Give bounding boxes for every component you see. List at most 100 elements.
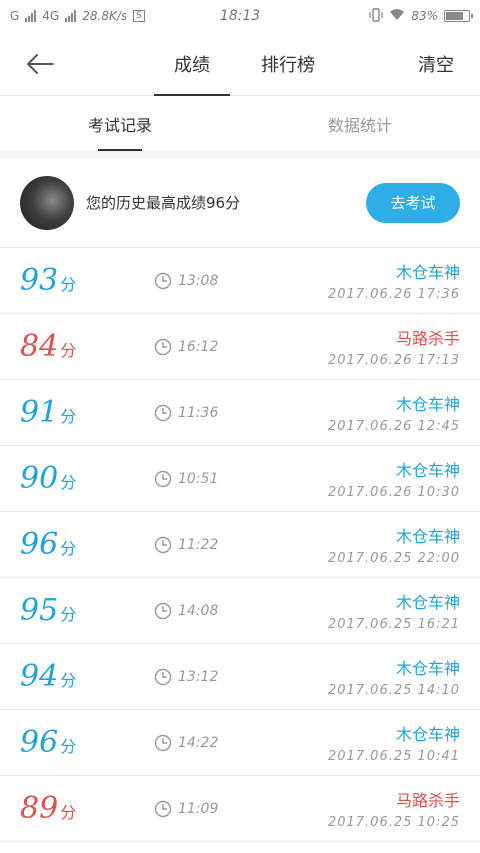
score-unit: 分 [60, 737, 77, 756]
score-unit: 分 [60, 539, 77, 558]
score-value: 96 [20, 527, 59, 562]
rank-title: 木仓车神 [395, 527, 460, 546]
back-button[interactable] [0, 32, 80, 96]
duration: 11:09 [154, 800, 218, 818]
record-meta: 马路杀手 2017.06.26 17:13 [328, 325, 460, 368]
score-unit: 分 [60, 605, 77, 624]
duration-value: 16:12 [178, 338, 219, 355]
status-bar: G 4G 28.8K/s S 18:13 83% [0, 0, 480, 32]
clock-icon [154, 602, 172, 619]
record-row[interactable]: 91 分 11:36 木仓车神 2017.06.26 12:45 [0, 380, 480, 446]
record-meta: 木仓车神 2017.06.26 17:36 [328, 259, 460, 302]
rank-title: 马路杀手 [395, 791, 460, 810]
tab-ranking[interactable]: 排行榜 [240, 32, 336, 96]
record-row[interactable]: 96 分 11:22 木仓车神 2017.06.25 22:00 [0, 512, 480, 578]
signal-icon-2 [65, 10, 77, 22]
tab-data-stats[interactable]: 数据统计 [240, 96, 480, 151]
exam-datetime: 2017.06.25 10:25 [327, 815, 460, 830]
nav-bar: 成绩 排行榜 清空 [0, 32, 480, 96]
clock-icon [154, 470, 172, 487]
record-meta: 木仓车神 2017.06.26 10:30 [328, 457, 460, 500]
rank-title: 木仓车神 [395, 461, 460, 480]
status-right: 83% [369, 7, 473, 25]
duration: 11:36 [154, 404, 218, 422]
duration-value: 13:08 [178, 272, 219, 289]
avatar[interactable] [20, 175, 74, 230]
score: 89 分 [20, 791, 154, 826]
record-meta: 木仓车神 2017.06.25 16:21 [328, 589, 460, 632]
net-speed: 28.8K/s [82, 9, 128, 23]
duration: 13:12 [154, 668, 218, 686]
score: 96 分 [20, 725, 154, 760]
score-value: 89 [20, 791, 59, 826]
exam-datetime: 2017.06.25 16:21 [327, 617, 460, 632]
record-meta: 马路杀手 2017.06.25 10:25 [328, 787, 460, 830]
tab-ranking-label: 排行榜 [261, 55, 315, 76]
score: 93 分 [20, 263, 154, 298]
duration: 14:08 [154, 602, 218, 620]
record-meta: 木仓车神 2017.06.26 12:45 [328, 391, 460, 434]
score-value: 84 [20, 329, 59, 364]
score-value: 90 [20, 461, 59, 496]
clock-icon [154, 536, 172, 553]
duration-value: 14:08 [178, 602, 219, 619]
duration-value: 11:09 [178, 800, 219, 817]
score: 90 分 [20, 461, 154, 496]
sim-icon: S [133, 10, 145, 22]
rank-title: 木仓车神 [395, 725, 460, 744]
tab-scores[interactable]: 成绩 [144, 32, 240, 96]
tab-exam-records-label: 考试记录 [87, 115, 152, 135]
record-list: 93 分 13:08 木仓车神 2017.06.26 17:36 84 分 16:12 马路杀手… [0, 248, 480, 842]
status-left: G 4G 28.8K/s S [10, 9, 145, 23]
record-row[interactable]: 93 分 13:08 木仓车神 2017.06.26 17:36 [0, 248, 480, 314]
duration-value: 11:36 [178, 404, 219, 421]
score-unit: 分 [60, 341, 77, 360]
wifi-icon [389, 8, 405, 24]
clock-icon [154, 338, 172, 355]
record-meta: 木仓车神 2017.06.25 10:41 [328, 721, 460, 764]
score-unit: 分 [60, 275, 77, 294]
duration: 10:51 [154, 470, 218, 488]
go-exam-button[interactable]: 去考试 [366, 182, 460, 223]
battery-icon [444, 10, 473, 22]
rank-title: 木仓车神 [395, 593, 460, 612]
record-row[interactable]: 90 分 10:51 木仓车神 2017.06.26 10:30 [0, 446, 480, 512]
carrier-label: G [10, 9, 20, 23]
exam-datetime: 2017.06.26 12:45 [327, 419, 460, 434]
best-score-summary: 您的历史最高成绩96分 去考试 [0, 158, 480, 248]
score-value: 93 [20, 263, 59, 298]
best-score-text: 您的历史最高成绩96分 [86, 194, 241, 212]
exam-datetime: 2017.06.26 17:13 [327, 353, 460, 368]
score-unit: 分 [60, 407, 77, 426]
score-value: 94 [20, 659, 59, 694]
duration: 14:22 [154, 734, 218, 752]
duration: 16:12 [154, 338, 218, 356]
score-unit: 分 [60, 473, 77, 492]
score: 95 分 [20, 593, 154, 628]
network-label: 4G [42, 9, 60, 23]
duration: 13:08 [154, 272, 218, 290]
score-value: 95 [20, 593, 59, 628]
exam-datetime: 2017.06.25 22:00 [327, 551, 460, 566]
duration-value: 10:51 [178, 470, 219, 487]
duration: 11:22 [154, 536, 218, 554]
record-row[interactable]: 96 分 14:22 木仓车神 2017.06.25 10:41 [0, 710, 480, 776]
clock-icon [154, 800, 172, 817]
rank-title: 木仓车神 [395, 263, 460, 282]
record-meta: 木仓车神 2017.06.25 14:10 [328, 655, 460, 698]
record-row[interactable]: 94 分 13:12 木仓车神 2017.06.25 14:10 [0, 644, 480, 710]
tab-exam-records[interactable]: 考试记录 [0, 96, 240, 151]
record-row[interactable]: 89 分 11:09 马路杀手 2017.06.25 10:25 [0, 776, 480, 842]
record-row[interactable]: 95 分 14:08 木仓车神 2017.06.25 16:21 [0, 578, 480, 644]
exam-datetime: 2017.06.25 14:10 [327, 683, 460, 698]
score: 94 分 [20, 659, 154, 694]
signal-icon [25, 10, 37, 22]
score: 84 分 [20, 329, 154, 364]
sub-tabs: 考试记录 数据统计 [0, 96, 480, 152]
clear-button[interactable]: 清空 [392, 32, 480, 96]
back-arrow-icon [27, 53, 54, 74]
exam-datetime: 2017.06.25 10:41 [327, 749, 460, 764]
vibrate-icon [369, 7, 383, 25]
rank-title: 木仓车神 [395, 659, 460, 678]
record-row[interactable]: 84 分 16:12 马路杀手 2017.06.26 17:13 [0, 314, 480, 380]
